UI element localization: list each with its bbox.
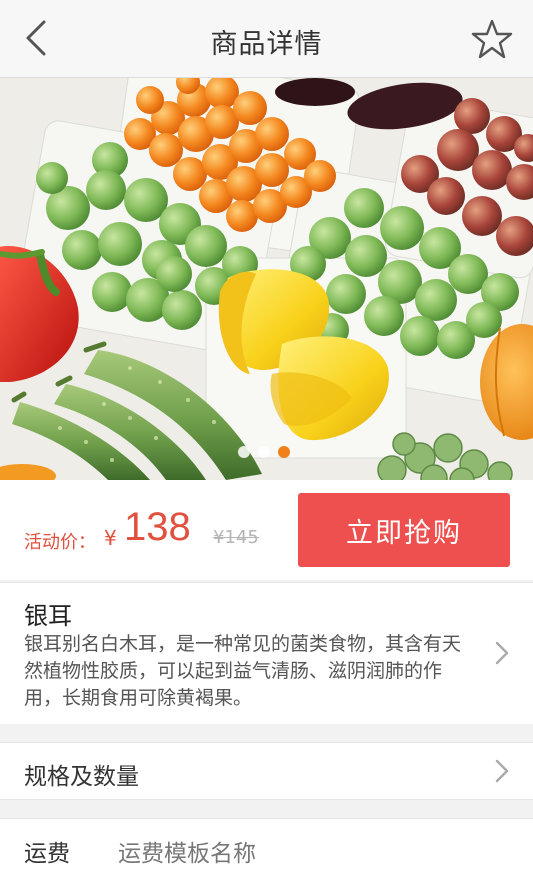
- buy-now-button[interactable]: 立即抢购: [298, 493, 510, 567]
- chevron-right-icon: [495, 641, 509, 665]
- page-title: 商品详情: [210, 29, 323, 60]
- product-name: 银耳: [24, 602, 72, 630]
- carousel-dot[interactable]: [238, 446, 250, 458]
- spec-quantity-label: 规格及数量: [24, 764, 139, 790]
- original-price: ¥145: [213, 527, 259, 548]
- product-description: 银耳别名白木耳，是一种常见的菌类食物，其含有天然植物性胶质，可以起到益气清肠、滋…: [24, 633, 462, 709]
- chevron-right-icon: [495, 759, 509, 783]
- price-value: 138: [124, 505, 191, 549]
- product-image-carousel[interactable]: [0, 78, 533, 480]
- product-photo: [0, 78, 533, 480]
- carousel-dot[interactable]: [258, 446, 270, 458]
- nav-bar: 商品详情: [0, 0, 533, 78]
- carousel-dots: [238, 446, 290, 460]
- shipping-row[interactable]: [0, 818, 533, 887]
- price-currency: ¥: [104, 526, 117, 550]
- star-icon[interactable]: [471, 18, 513, 60]
- shipping-label: 运费: [24, 841, 70, 867]
- shipping-template-name: 运费模板名称: [118, 841, 256, 867]
- price-label: 活动价：: [24, 532, 96, 553]
- scalloped-divider: [0, 720, 533, 728]
- carousel-dot-active[interactable]: [278, 446, 290, 458]
